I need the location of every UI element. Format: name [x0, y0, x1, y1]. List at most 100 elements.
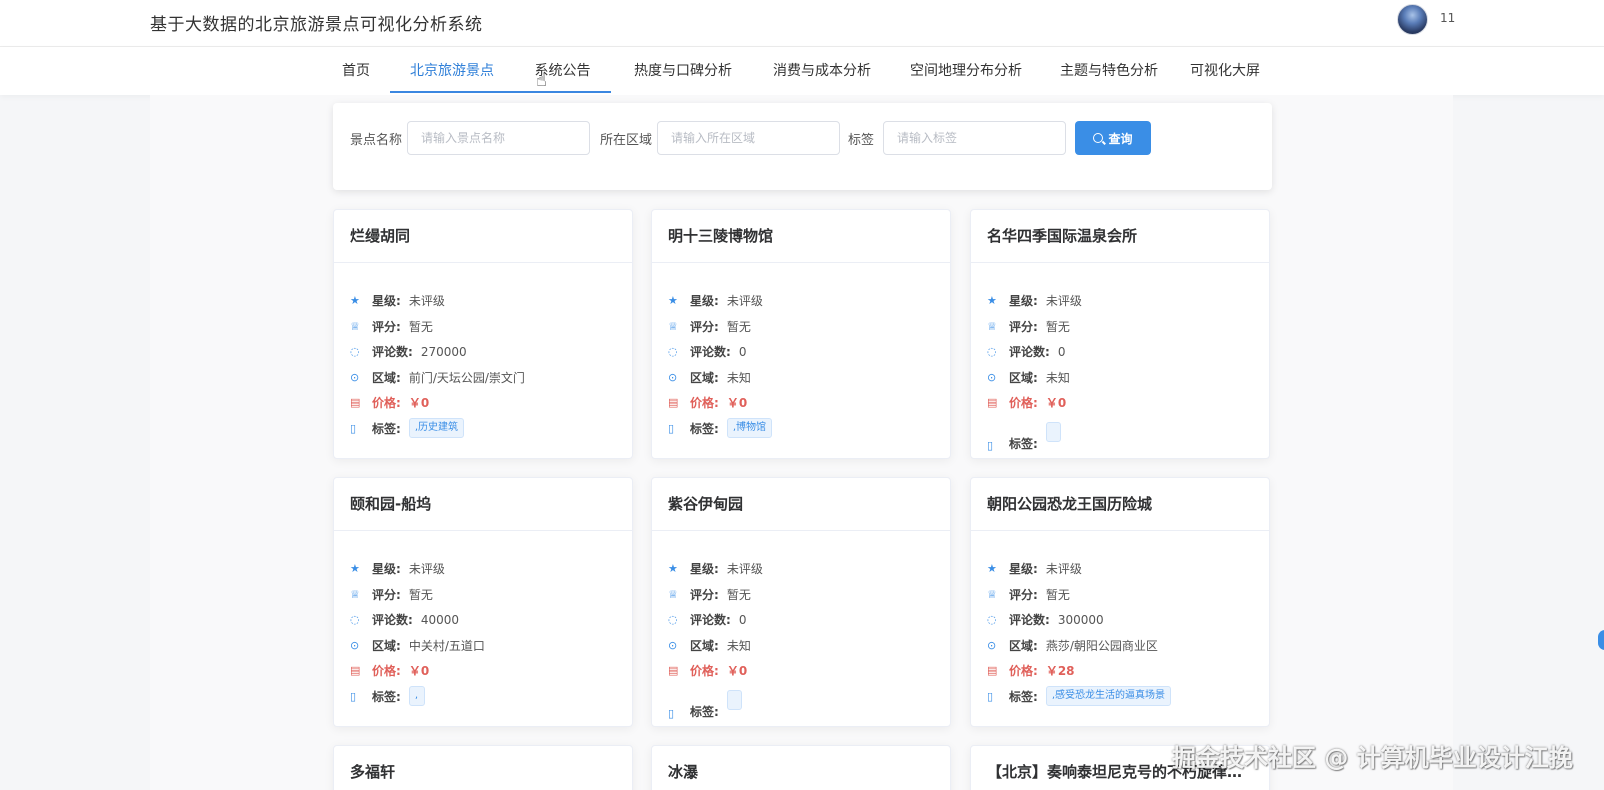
- score-label: 评分:: [1009, 587, 1038, 602]
- star-value: 未评级: [408, 294, 445, 309]
- reviews-value: 40000: [420, 612, 459, 627]
- star-icon: ★: [350, 562, 360, 576]
- score-label: 评分:: [690, 319, 719, 334]
- name-filter-input[interactable]: [407, 121, 590, 155]
- bookmark-icon: ▯: [668, 706, 675, 720]
- bookmark-icon: ▯: [668, 421, 675, 435]
- star-value: 未评级: [726, 294, 763, 309]
- star-label: 星级:: [1009, 562, 1038, 577]
- comment-icon: ◌: [350, 613, 360, 627]
- attraction-card[interactable]: 朝阳公园恐龙王国历险城 ★ 星级: 未评级 ♕ 评分: 暂无 ◌ 评论数: 300000 ⊙…: [970, 477, 1270, 727]
- reviews-label: 评论数:: [372, 613, 413, 628]
- price-value: ￥0: [726, 396, 748, 411]
- area-filter-label: 所在区域: [600, 133, 653, 148]
- side-float-button[interactable]: [1598, 630, 1604, 650]
- star-label: 星级:: [690, 562, 719, 577]
- attraction-card[interactable]: 名华四季国际温泉会所 ★ 星级: 未评级 ♕ 评分: 暂无 ◌ 评论数: 0 ⊙ 区域: 未知 …: [970, 209, 1270, 459]
- price-value: ￥0: [408, 664, 430, 679]
- tag-badge: ,历史建筑: [408, 418, 464, 439]
- card-title[interactable]: 名华四季国际温泉会所: [971, 210, 1269, 263]
- score-value: 暂无: [408, 319, 433, 334]
- main-nav: 首页 北京旅游景点 系统公告 热度与口碑分析 消费与成本分析 空间地理分布分析 …: [0, 47, 1604, 95]
- tag-filter-input[interactable]: [883, 121, 1066, 155]
- hand-cursor-icon: ☝: [536, 70, 547, 91]
- ticket-icon: ▤: [350, 664, 361, 678]
- reviews-label: 评论数:: [1009, 345, 1050, 360]
- star-icon: ★: [668, 562, 678, 576]
- comment-icon: ◌: [987, 345, 997, 359]
- query-button[interactable]: 查询: [1075, 121, 1151, 155]
- trophy-icon: ♕: [350, 587, 360, 601]
- comment-icon: ◌: [350, 345, 360, 359]
- attraction-card[interactable]: 烂缦胡同 ★ 星级: 未评级 ♕ 评分: 暂无 ◌ 评论数: 270000 ⊙ 区域: 前门/天…: [333, 209, 633, 459]
- reviews-label: 评论数:: [690, 345, 731, 360]
- price-value: ￥0: [408, 396, 430, 411]
- avatar[interactable]: [1397, 4, 1428, 35]
- nav-item-popularity-analysis[interactable]: 热度与口碑分析: [627, 47, 739, 95]
- location-icon: ⊙: [668, 638, 678, 652]
- attraction-card[interactable]: 多福轩: [333, 745, 633, 790]
- card-title[interactable]: 多福轩: [334, 746, 632, 790]
- attraction-card[interactable]: 明十三陵博物馆 ★ 星级: 未评级 ♕ 评分: 暂无 ◌ 评论数: 0 ⊙ 区域: 未知 ▤ 价格…: [651, 209, 951, 459]
- area-label: 区域:: [690, 370, 719, 385]
- tags-label: 标签:: [690, 421, 719, 436]
- card-title[interactable]: 紫谷伊甸园: [652, 478, 950, 531]
- location-icon: ⊙: [350, 370, 360, 384]
- area-filter-input[interactable]: [657, 121, 840, 155]
- price-label: 价格:: [372, 664, 401, 679]
- area-value: 前门/天坛公园/崇文门: [408, 370, 525, 385]
- area-label: 区域:: [1009, 638, 1038, 653]
- reviews-value: 300000: [1057, 612, 1104, 627]
- nav-item-geo-analysis[interactable]: 空间地理分布分析: [903, 47, 1029, 95]
- location-icon: ⊙: [350, 638, 360, 652]
- location-icon: ⊙: [668, 370, 678, 384]
- star-icon: ★: [668, 294, 678, 308]
- nav-item-theme-analysis[interactable]: 主题与特色分析: [1053, 47, 1165, 95]
- reviews-label: 评论数:: [690, 613, 731, 628]
- tags-label: 标签:: [1009, 689, 1038, 704]
- star-value: 未评级: [1045, 294, 1082, 309]
- score-value: 暂无: [408, 587, 433, 602]
- tags-label: 标签:: [372, 421, 401, 436]
- trophy-icon: ♕: [987, 319, 997, 333]
- score-value: 暂无: [726, 587, 751, 602]
- tag-badge: ,感受恐龙生活的逼真场景: [1045, 686, 1171, 707]
- area-value: 燕莎/朝阳公园商业区: [1045, 638, 1158, 653]
- price-value: ￥0: [726, 664, 748, 679]
- location-icon: ⊙: [987, 638, 997, 652]
- bookmark-icon: ▯: [987, 689, 994, 703]
- star-value: 未评级: [726, 562, 763, 577]
- trophy-icon: ♕: [668, 319, 678, 333]
- price-label: 价格:: [690, 396, 719, 411]
- tags-label: 标签:: [690, 704, 719, 719]
- tags-label: 标签:: [1009, 436, 1038, 451]
- user-name[interactable]: 11: [1440, 11, 1455, 25]
- reviews-value: 0: [738, 612, 747, 627]
- price-value: ￥28: [1045, 664, 1075, 679]
- bookmark-icon: ▯: [350, 689, 357, 703]
- attraction-card[interactable]: 紫谷伊甸园 ★ 星级: 未评级 ♕ 评分: 暂无 ◌ 评论数: 0 ⊙ 区域: 未知 ▤ 价格: ￥…: [651, 477, 951, 727]
- nav-item-home[interactable]: 首页: [335, 47, 377, 95]
- nav-item-cost-analysis[interactable]: 消费与成本分析: [766, 47, 878, 95]
- card-title[interactable]: 明十三陵博物馆: [652, 210, 950, 263]
- location-icon: ⊙: [987, 370, 997, 384]
- card-title[interactable]: 冰瀑: [652, 746, 950, 790]
- attraction-card[interactable]: 冰瀑: [651, 745, 951, 790]
- nav-item-dashboard[interactable]: 可视化大屏: [1190, 47, 1260, 95]
- price-label: 价格:: [372, 396, 401, 411]
- watermark: 掘金技术社区 @ 计算机毕业设计江挽: [1172, 744, 1573, 772]
- card-title[interactable]: 颐和园-船坞: [334, 478, 632, 531]
- card-title[interactable]: 烂缦胡同: [334, 210, 632, 263]
- nav-item-attractions[interactable]: 北京旅游景点: [390, 47, 514, 95]
- reviews-label: 评论数:: [1009, 613, 1050, 628]
- area-value: 中关村/五道口: [408, 638, 485, 653]
- area-value: 未知: [726, 370, 751, 385]
- score-label: 评分:: [1009, 319, 1038, 334]
- attraction-card[interactable]: 颐和园-船坞 ★ 星级: 未评级 ♕ 评分: 暂无 ◌ 评论数: 40000 ⊙ 区域: 中关村…: [333, 477, 633, 727]
- bookmark-icon: ▯: [987, 438, 994, 452]
- card-title[interactable]: 朝阳公园恐龙王国历险城: [971, 478, 1269, 531]
- score-value: 暂无: [726, 319, 751, 334]
- star-label: 星级:: [372, 294, 401, 309]
- nav-item-announcements[interactable]: 系统公告: [514, 47, 611, 95]
- top-bar: 基于大数据的北京旅游景点可视化分析系统 11: [0, 0, 1604, 47]
